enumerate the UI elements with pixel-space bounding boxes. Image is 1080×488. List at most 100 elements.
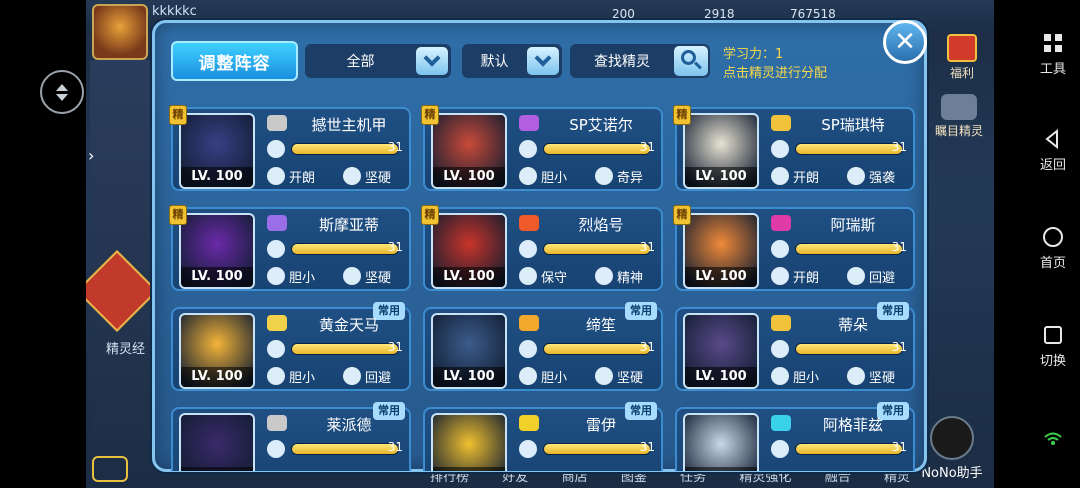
element-type-icon [267, 115, 287, 131]
nav-home-button[interactable]: 首页 [1020, 226, 1080, 271]
adjust-team-button[interactable]: 调整阵容 [171, 41, 298, 81]
nono-label: NoNo助手 [921, 466, 983, 481]
spirit-name: 烈焰号 [578, 216, 624, 234]
nature-icon [595, 367, 613, 385]
stat-icon [267, 240, 285, 258]
nav-back-label: 返回 [1039, 158, 1066, 173]
spirit-card[interactable]: LV. 100 精斯摩亚蒂 31 胆小 坚硬 [169, 205, 411, 291]
nature-label: 坚硬 [617, 371, 644, 386]
recents-icon [1044, 326, 1062, 344]
close-button[interactable]: ✕ [883, 20, 927, 64]
sort-dropdown[interactable]: 默认 [462, 44, 562, 78]
stat-bar-fill [796, 344, 902, 354]
nature-icon [771, 167, 789, 185]
stat-bar [795, 143, 903, 155]
stat-value: 31 [387, 340, 403, 354]
spirit-portrait[interactable]: LV. 100 [179, 313, 255, 389]
sort-dropdown-value: 默认 [480, 54, 509, 70]
nav-recents-label: 切换 [1039, 354, 1066, 369]
spirit-name: SP艾诺尔 [569, 116, 633, 134]
elite-badge: 精 [673, 205, 691, 225]
spirit-portrait[interactable]: LV. 100 [431, 213, 507, 289]
spirit-level [433, 467, 505, 471]
nature-icon [847, 167, 865, 185]
search-icon[interactable] [674, 46, 708, 76]
featured-spirit-label: 瞩目精灵 [934, 124, 983, 138]
gift-icon [947, 34, 977, 62]
nav-recents-button[interactable]: 切换 [1020, 324, 1080, 369]
learning-power-hint: 点击精灵进行分配 [723, 66, 828, 81]
spirit-portrait[interactable]: LV. 100 [683, 213, 759, 289]
nav-tools-button[interactable]: 工具 [1020, 32, 1080, 77]
spirit-name: 阿格菲兹 [822, 416, 883, 434]
elite-badge: 精 [421, 105, 439, 125]
player-avatar[interactable] [92, 4, 148, 60]
grid-icon [1044, 34, 1062, 52]
stat-bar [543, 243, 651, 255]
stat-bar-fill [544, 444, 650, 454]
search-spirit-label: 查找精灵 [594, 54, 650, 70]
spirit-portrait[interactable]: LV. 100 [683, 113, 759, 189]
nav-back-button[interactable]: 返回 [1020, 128, 1080, 173]
stat-value: 31 [639, 340, 655, 354]
welfare-button[interactable]: 福利 [934, 34, 990, 81]
spirit-portrait[interactable] [683, 413, 759, 471]
spirit-exp-label: 精灵经 [106, 342, 146, 357]
spirit-card[interactable]: 常用 莱派德 31 [171, 402, 411, 471]
wifi-icon [1044, 432, 1062, 445]
spirit-portrait[interactable] [179, 413, 255, 471]
nature-label: 坚硬 [365, 171, 392, 186]
nature-label: 奇异 [617, 171, 644, 186]
stat-value: 31 [891, 440, 907, 454]
chevron-down-icon[interactable] [527, 47, 559, 75]
spirit-portrait[interactable]: LV. 100 [179, 213, 255, 289]
filter-dropdown[interactable]: 全部 [305, 44, 451, 78]
spirit-card[interactable]: LV. 100 精烈焰号 31 保守 精神 [421, 205, 663, 291]
elite-badge: 精 [169, 105, 187, 125]
element-type-icon [519, 315, 539, 331]
spirit-portrait[interactable] [431, 413, 507, 471]
spirit-card[interactable]: LV. 100 常用 蒂朵 31 胆小 坚硬 [675, 302, 915, 391]
spirit-portrait[interactable]: LV. 100 [683, 313, 759, 389]
spirit-card[interactable]: LV. 100 精撼世主机甲 31 开朗 坚硬 [169, 105, 411, 191]
learning-power-info: 学习力：1 点击精灵进行分配 [723, 45, 827, 83]
chevron-down-icon[interactable] [416, 47, 448, 75]
spirit-level: LV. 100 [433, 167, 505, 187]
stat-icon [519, 440, 537, 458]
spirit-portrait[interactable]: LV. 100 [179, 113, 255, 189]
nature-label: 胆小 [793, 371, 820, 386]
spirit-card[interactable]: LV. 100 精 SP瑞琪特 31 开朗 强袭 [673, 105, 915, 191]
chat-icon[interactable] [92, 456, 128, 482]
spirit-card[interactable]: LV. 100 常用 黄金天马 31 胆小 回避 [171, 302, 411, 391]
spirit-level: LV. 100 [433, 267, 505, 287]
spirit-level: LV. 100 [181, 267, 253, 287]
spirit-card[interactable]: 常用 阿格菲兹 31 [675, 402, 915, 471]
stat-value: 31 [387, 240, 403, 254]
spirit-card[interactable]: LV. 100 常用 缔笙 31 胆小 坚硬 [423, 302, 663, 391]
nature-label: 坚硬 [365, 271, 392, 286]
spirit-level: LV. 100 [181, 367, 253, 387]
featured-spirit-button[interactable]: 瞩目精灵 [926, 94, 992, 139]
spirit-card[interactable]: LV. 100 精阿瑞斯 31 开朗 回避 [673, 205, 915, 291]
android-left-bar [0, 0, 86, 488]
spirit-level: LV. 100 [433, 367, 505, 387]
stat-bar-fill [796, 144, 902, 154]
nature-icon [847, 267, 865, 285]
stat-bar [291, 243, 399, 255]
spirit-portrait[interactable]: LV. 100 [431, 113, 507, 189]
stat-bar-fill [544, 244, 650, 254]
expand-chevron-icon[interactable]: › [88, 146, 94, 165]
nature-label: 回避 [365, 371, 392, 386]
close-icon: ✕ [894, 27, 916, 57]
nature-icon [519, 167, 537, 185]
spirit-card[interactable]: 常用 雷伊 31 [423, 402, 663, 471]
stat-icon [771, 440, 789, 458]
floating-assist-button[interactable] [40, 70, 84, 114]
nature-label: 强袭 [869, 171, 896, 186]
spirit-name: 黄金天马 [318, 316, 379, 334]
search-spirit-box[interactable]: 查找精灵 [570, 44, 710, 78]
spirit-portrait[interactable]: LV. 100 [431, 313, 507, 389]
nature-icon [343, 267, 361, 285]
stat-bar [543, 443, 651, 455]
spirit-card[interactable]: LV. 100 精 SP艾诺尔 31 胆小 奇异 [421, 105, 663, 191]
